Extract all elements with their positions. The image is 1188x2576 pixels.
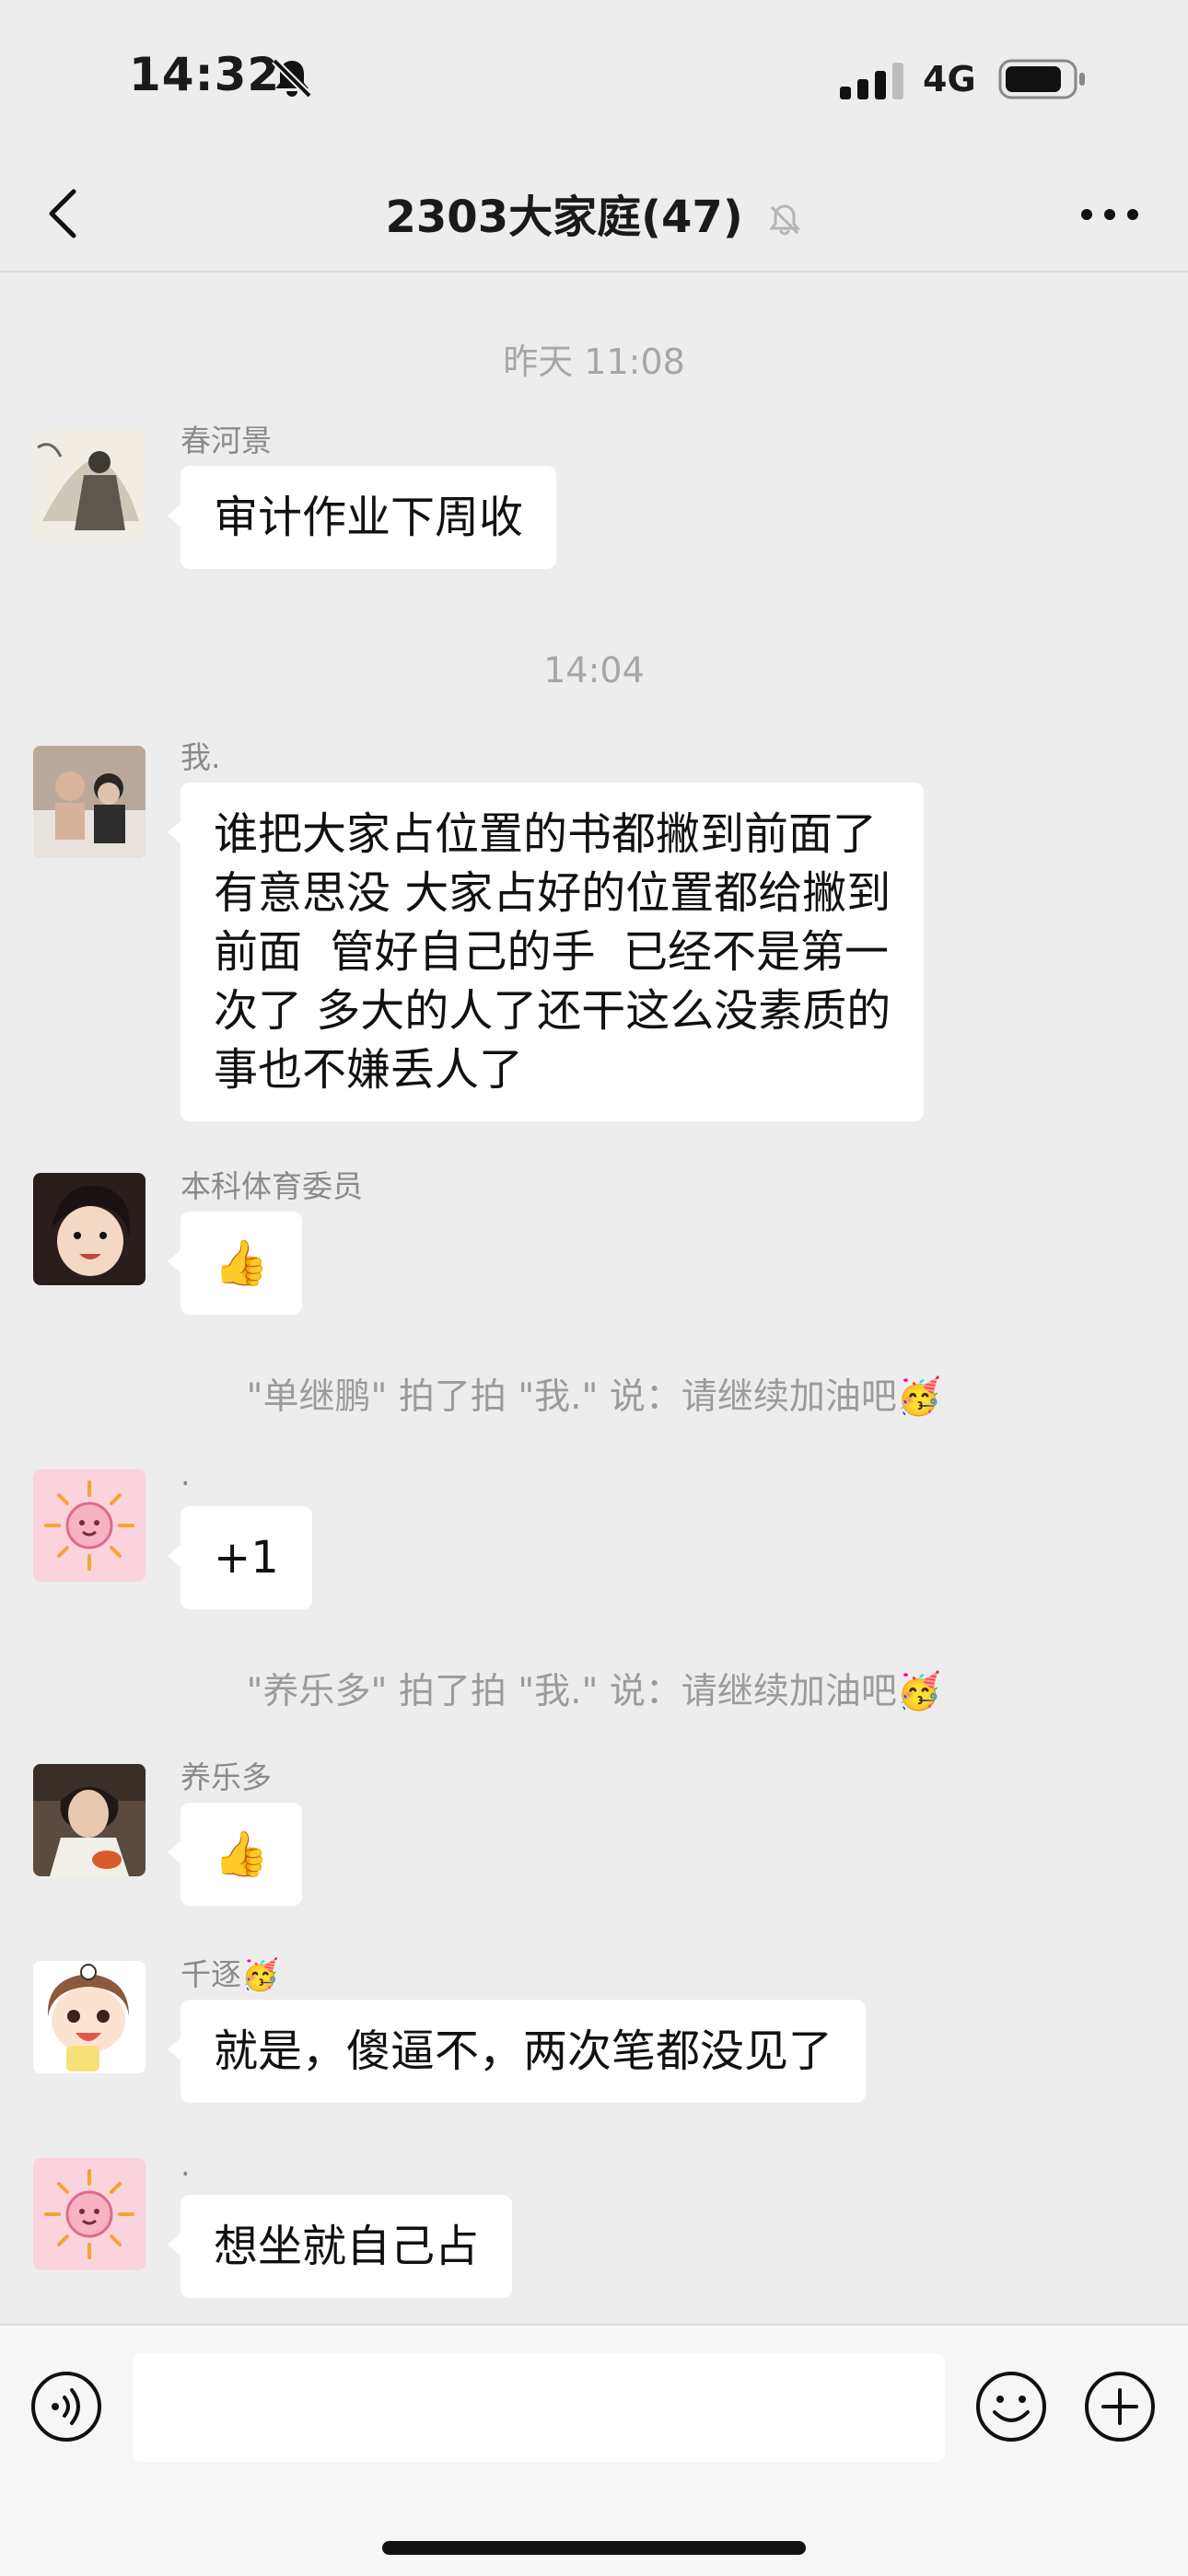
message-bubble[interactable]: 👍: [168, 1803, 302, 1906]
system-message: "单继鹏" 拍了拍 "我." 说：请继续加油吧🥳: [246, 1376, 942, 1418]
bell-slash-icon: [768, 204, 800, 236]
chat-title-text: 2303大家庭(47): [385, 191, 743, 243]
sender-name: .: [181, 2147, 191, 2183]
avatar[interactable]: [33, 1764, 146, 1876]
message-input[interactable]: [133, 2353, 945, 2462]
message-bubble[interactable]: +1: [168, 1506, 312, 1609]
timestamp: 14:04: [543, 650, 645, 690]
message-bubble[interactable]: 谁把大家占位置的书都撇到前面了 有意思没 大家占好的位置都给撇到 前面 管好自己…: [167, 783, 925, 1121]
message-bubble[interactable]: 就是，傻逼不，两次笔都没见了: [167, 2000, 867, 2103]
sender-name: .: [181, 1456, 191, 1492]
avatar[interactable]: [33, 1961, 146, 2073]
home-indicator[interactable]: [382, 2541, 806, 2555]
status-bar: 14:32 4G: [0, 0, 1188, 157]
battery-icon: [998, 59, 1085, 99]
network-type: 4G: [923, 59, 976, 99]
voice-icon[interactable]: [29, 2370, 103, 2443]
message-bubble[interactable]: 想坐就自己占: [167, 2195, 513, 2298]
signal-icon: [840, 63, 903, 99]
sender-name: 我.: [181, 739, 221, 775]
emoji-icon[interactable]: [974, 2370, 1048, 2443]
avatar[interactable]: [33, 2158, 146, 2270]
chat-title: 2303大家庭(47): [0, 180, 1188, 245]
message-bubble[interactable]: 审计作业下周收: [167, 466, 557, 569]
timestamp: 昨天 11:08: [503, 342, 685, 382]
avatar[interactable]: [33, 429, 146, 541]
avatar[interactable]: [33, 746, 146, 858]
more-dots-icon[interactable]: [1077, 203, 1142, 226]
plus-icon[interactable]: [1083, 2370, 1157, 2443]
bell-slash-icon: [272, 58, 312, 99]
sender-name: 千逐🥳: [181, 1956, 280, 1992]
chat-header: 2303大家庭(47): [0, 157, 1188, 273]
sender-name: 养乐多: [181, 1759, 272, 1795]
status-time: 14:32: [129, 48, 281, 101]
avatar[interactable]: [33, 1173, 146, 1285]
sender-name: 本科体育委员: [181, 1168, 363, 1204]
avatar[interactable]: [33, 1469, 146, 1582]
system-message: "养乐多" 拍了拍 "我." 说：请继续加油吧🥳: [246, 1671, 942, 1712]
input-bar: [0, 2324, 1188, 2576]
sender-name: 春河景: [181, 423, 272, 458]
message-bubble[interactable]: 👍: [168, 1212, 302, 1315]
